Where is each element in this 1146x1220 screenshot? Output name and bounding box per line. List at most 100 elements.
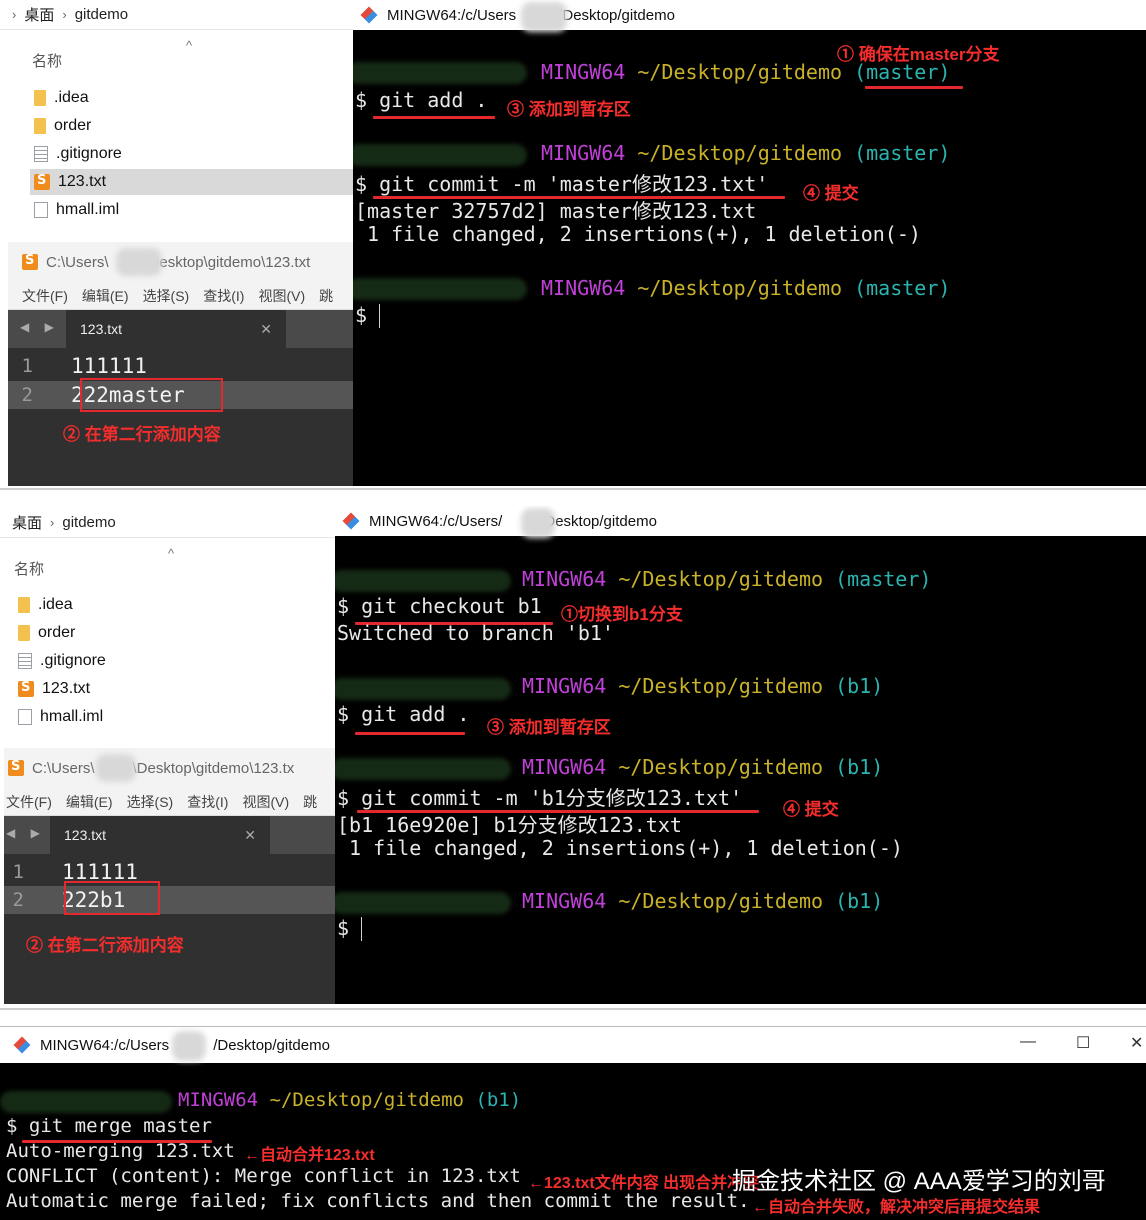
menu-view[interactable]: 视图(V)	[242, 792, 289, 812]
explorer-window-1: › 桌面 › gitdemo ^ 名称 .idea order .gitigno…	[0, 0, 354, 240]
code-line-current[interactable]: 2 222b1	[4, 886, 335, 914]
redaction-blur	[335, 892, 511, 914]
minimize-button[interactable]: —	[1020, 1033, 1036, 1051]
menu-goto[interactable]: 跳	[319, 286, 333, 306]
editor-menubar: 文件(F) 编辑(E) 选择(S) 查找(I) 视图(V) 跳	[8, 282, 353, 310]
section-divider	[0, 1008, 1146, 1010]
annotation-note: ←自动合并失败，解决冲突后再提交结果	[752, 1199, 1041, 1216]
tab-123-txt[interactable]: 123.txt ✕	[50, 816, 270, 854]
folder-icon	[18, 625, 30, 641]
text-file-icon	[34, 146, 48, 162]
column-header-name[interactable]: 名称	[32, 50, 62, 71]
redaction-blur	[96, 754, 136, 782]
command-line: $ git merge master	[6, 1115, 212, 1137]
prompt-dollar: $	[337, 916, 350, 940]
close-icon[interactable]: ✕	[244, 827, 256, 844]
editor-title-path: \Desktop\gitdemo\123.tx	[132, 759, 295, 777]
tab-123-txt[interactable]: 123.txt ✕	[66, 310, 286, 348]
breadcrumb-gitdemo[interactable]: gitdemo	[62, 514, 115, 531]
prompt-line: MINGW64 ~/Desktop/gitdemo (master)	[541, 60, 951, 84]
annotation-note: ② 在第二行添加内容	[63, 425, 221, 444]
tab-nav-arrows-icon[interactable]: ◀ ▶	[6, 826, 46, 840]
output-line: Switched to branch 'b1'	[337, 621, 614, 645]
file-name: .idea	[38, 596, 73, 613]
breadcrumb-desktop[interactable]: 桌面	[12, 512, 42, 533]
menu-goto[interactable]: 跳	[303, 792, 317, 812]
redaction-blur	[335, 570, 511, 592]
prompt-line: MINGW64 ~/Desktop/gitdemo (b1)	[522, 889, 884, 913]
terminal-window-2: MINGW64:/c/Users/ Desktop/gitdemo MINGW6…	[335, 506, 1146, 1004]
menu-find[interactable]: 查找(I)	[203, 286, 244, 306]
menu-find[interactable]: 查找(I)	[187, 792, 228, 812]
file-item[interactable]: .idea	[34, 85, 89, 111]
annotation-note: ④ 提交	[803, 184, 859, 203]
explorer-window-2: 桌面 › gitdemo ^ 名称 .idea order .gitignore…	[0, 508, 336, 748]
terminal-window-3: MINGW64:/c/Users /Desktop/gitdemo — ☐ ✕ …	[0, 1026, 1146, 1220]
output-line: [b1 16e920e] b1分支修改123.txt	[337, 813, 682, 837]
watermark: 掘金技术社区 @ AAA爱学习的刘哥	[732, 1168, 1106, 1195]
close-button[interactable]: ✕	[1130, 1033, 1143, 1053]
output-line: [master 32757d2] master修改123.txt	[355, 199, 757, 223]
file-item[interactable]: order	[18, 620, 75, 646]
tab-label: 123.txt	[80, 321, 123, 337]
highlight-box	[64, 881, 160, 915]
underline-mark	[355, 732, 465, 735]
code-line[interactable]: 1 111111	[4, 858, 335, 886]
menu-view[interactable]: 视图(V)	[258, 286, 305, 306]
column-header-name[interactable]: 名称	[14, 558, 44, 579]
code-line[interactable]: 1 111111	[8, 352, 353, 380]
output-line: CONFLICT (content): Merge conflict in 12…	[6, 1165, 521, 1187]
breadcrumb-desktop[interactable]: 桌面	[24, 4, 54, 25]
file-name: hmall.iml	[56, 201, 120, 218]
file-item[interactable]: order	[34, 113, 91, 139]
menu-file[interactable]: 文件(F)	[22, 286, 68, 306]
sort-caret-icon[interactable]: ^	[168, 546, 174, 561]
line-number: 2	[21, 384, 33, 406]
close-icon[interactable]: ✕	[260, 321, 272, 338]
file-icon	[34, 202, 48, 218]
file-item[interactable]: .gitignore	[18, 648, 106, 674]
redaction-blur	[353, 278, 527, 300]
file-item[interactable]: .gitignore	[34, 141, 122, 167]
output-line: Auto-merging 123.txt	[6, 1140, 235, 1162]
command-line: $ git add .	[355, 88, 488, 112]
menu-select[interactable]: 选择(S)	[127, 792, 174, 812]
redaction-blur	[335, 678, 511, 700]
file-item[interactable]: hmall.iml	[18, 704, 103, 730]
folder-icon	[34, 90, 46, 106]
terminal-title: MINGW64:/c/Users/	[369, 512, 503, 530]
menu-edit[interactable]: 编辑(E)	[82, 286, 129, 306]
underline-mark	[373, 116, 495, 119]
prompt-line: MINGW64 ~/Desktop/gitdemo (master)	[541, 141, 951, 165]
file-item[interactable]: .idea	[18, 592, 73, 618]
file-item[interactable]: hmall.iml	[34, 197, 119, 223]
redaction-blur	[335, 758, 511, 780]
prompt-line: MINGW64 ~/Desktop/gitdemo (b1)	[178, 1089, 522, 1111]
highlight-box	[80, 378, 223, 412]
editor-window-1: C:\Users\ Desktop\gitdemo\123.txt 文件(F) …	[8, 242, 353, 486]
editor-title-path: Desktop\gitdemo\123.txt	[148, 253, 311, 271]
maximize-button[interactable]: ☐	[1076, 1033, 1090, 1053]
file-item-selected[interactable]: 123.txt	[30, 169, 353, 195]
terminal-title-path: /Desktop/gitdemo	[213, 1036, 330, 1054]
sublime-logo-icon	[22, 253, 38, 270]
breadcrumb: 桌面 › gitdemo	[0, 508, 335, 538]
breadcrumb-gitdemo[interactable]: gitdemo	[75, 6, 128, 23]
menu-edit[interactable]: 编辑(E)	[66, 792, 113, 812]
annotation-note: ③ 添加到暂存区	[487, 718, 611, 737]
file-name: .gitignore	[40, 652, 106, 669]
sublime-file-icon	[18, 680, 34, 697]
redaction-blur	[172, 1031, 206, 1061]
file-name: order	[38, 624, 76, 641]
terminal-window-1: MINGW64:/c/Users /Desktop/gitdemo ① 确保在m…	[353, 0, 1146, 486]
terminal-title-path: Desktop/gitdemo	[544, 512, 657, 530]
menu-select[interactable]: 选择(S)	[143, 286, 190, 306]
editor-tabbar: ◀ ▶ 123.txt ✕	[4, 816, 335, 854]
redaction-blur	[353, 62, 527, 84]
sort-caret-icon[interactable]: ^	[186, 38, 192, 53]
file-item[interactable]: 123.txt	[18, 676, 90, 702]
text-cursor	[379, 304, 380, 328]
tab-nav-arrows-icon[interactable]: ◀ ▶	[20, 320, 60, 334]
editor-title: C:\Users\	[32, 759, 95, 777]
menu-file[interactable]: 文件(F)	[6, 792, 52, 812]
